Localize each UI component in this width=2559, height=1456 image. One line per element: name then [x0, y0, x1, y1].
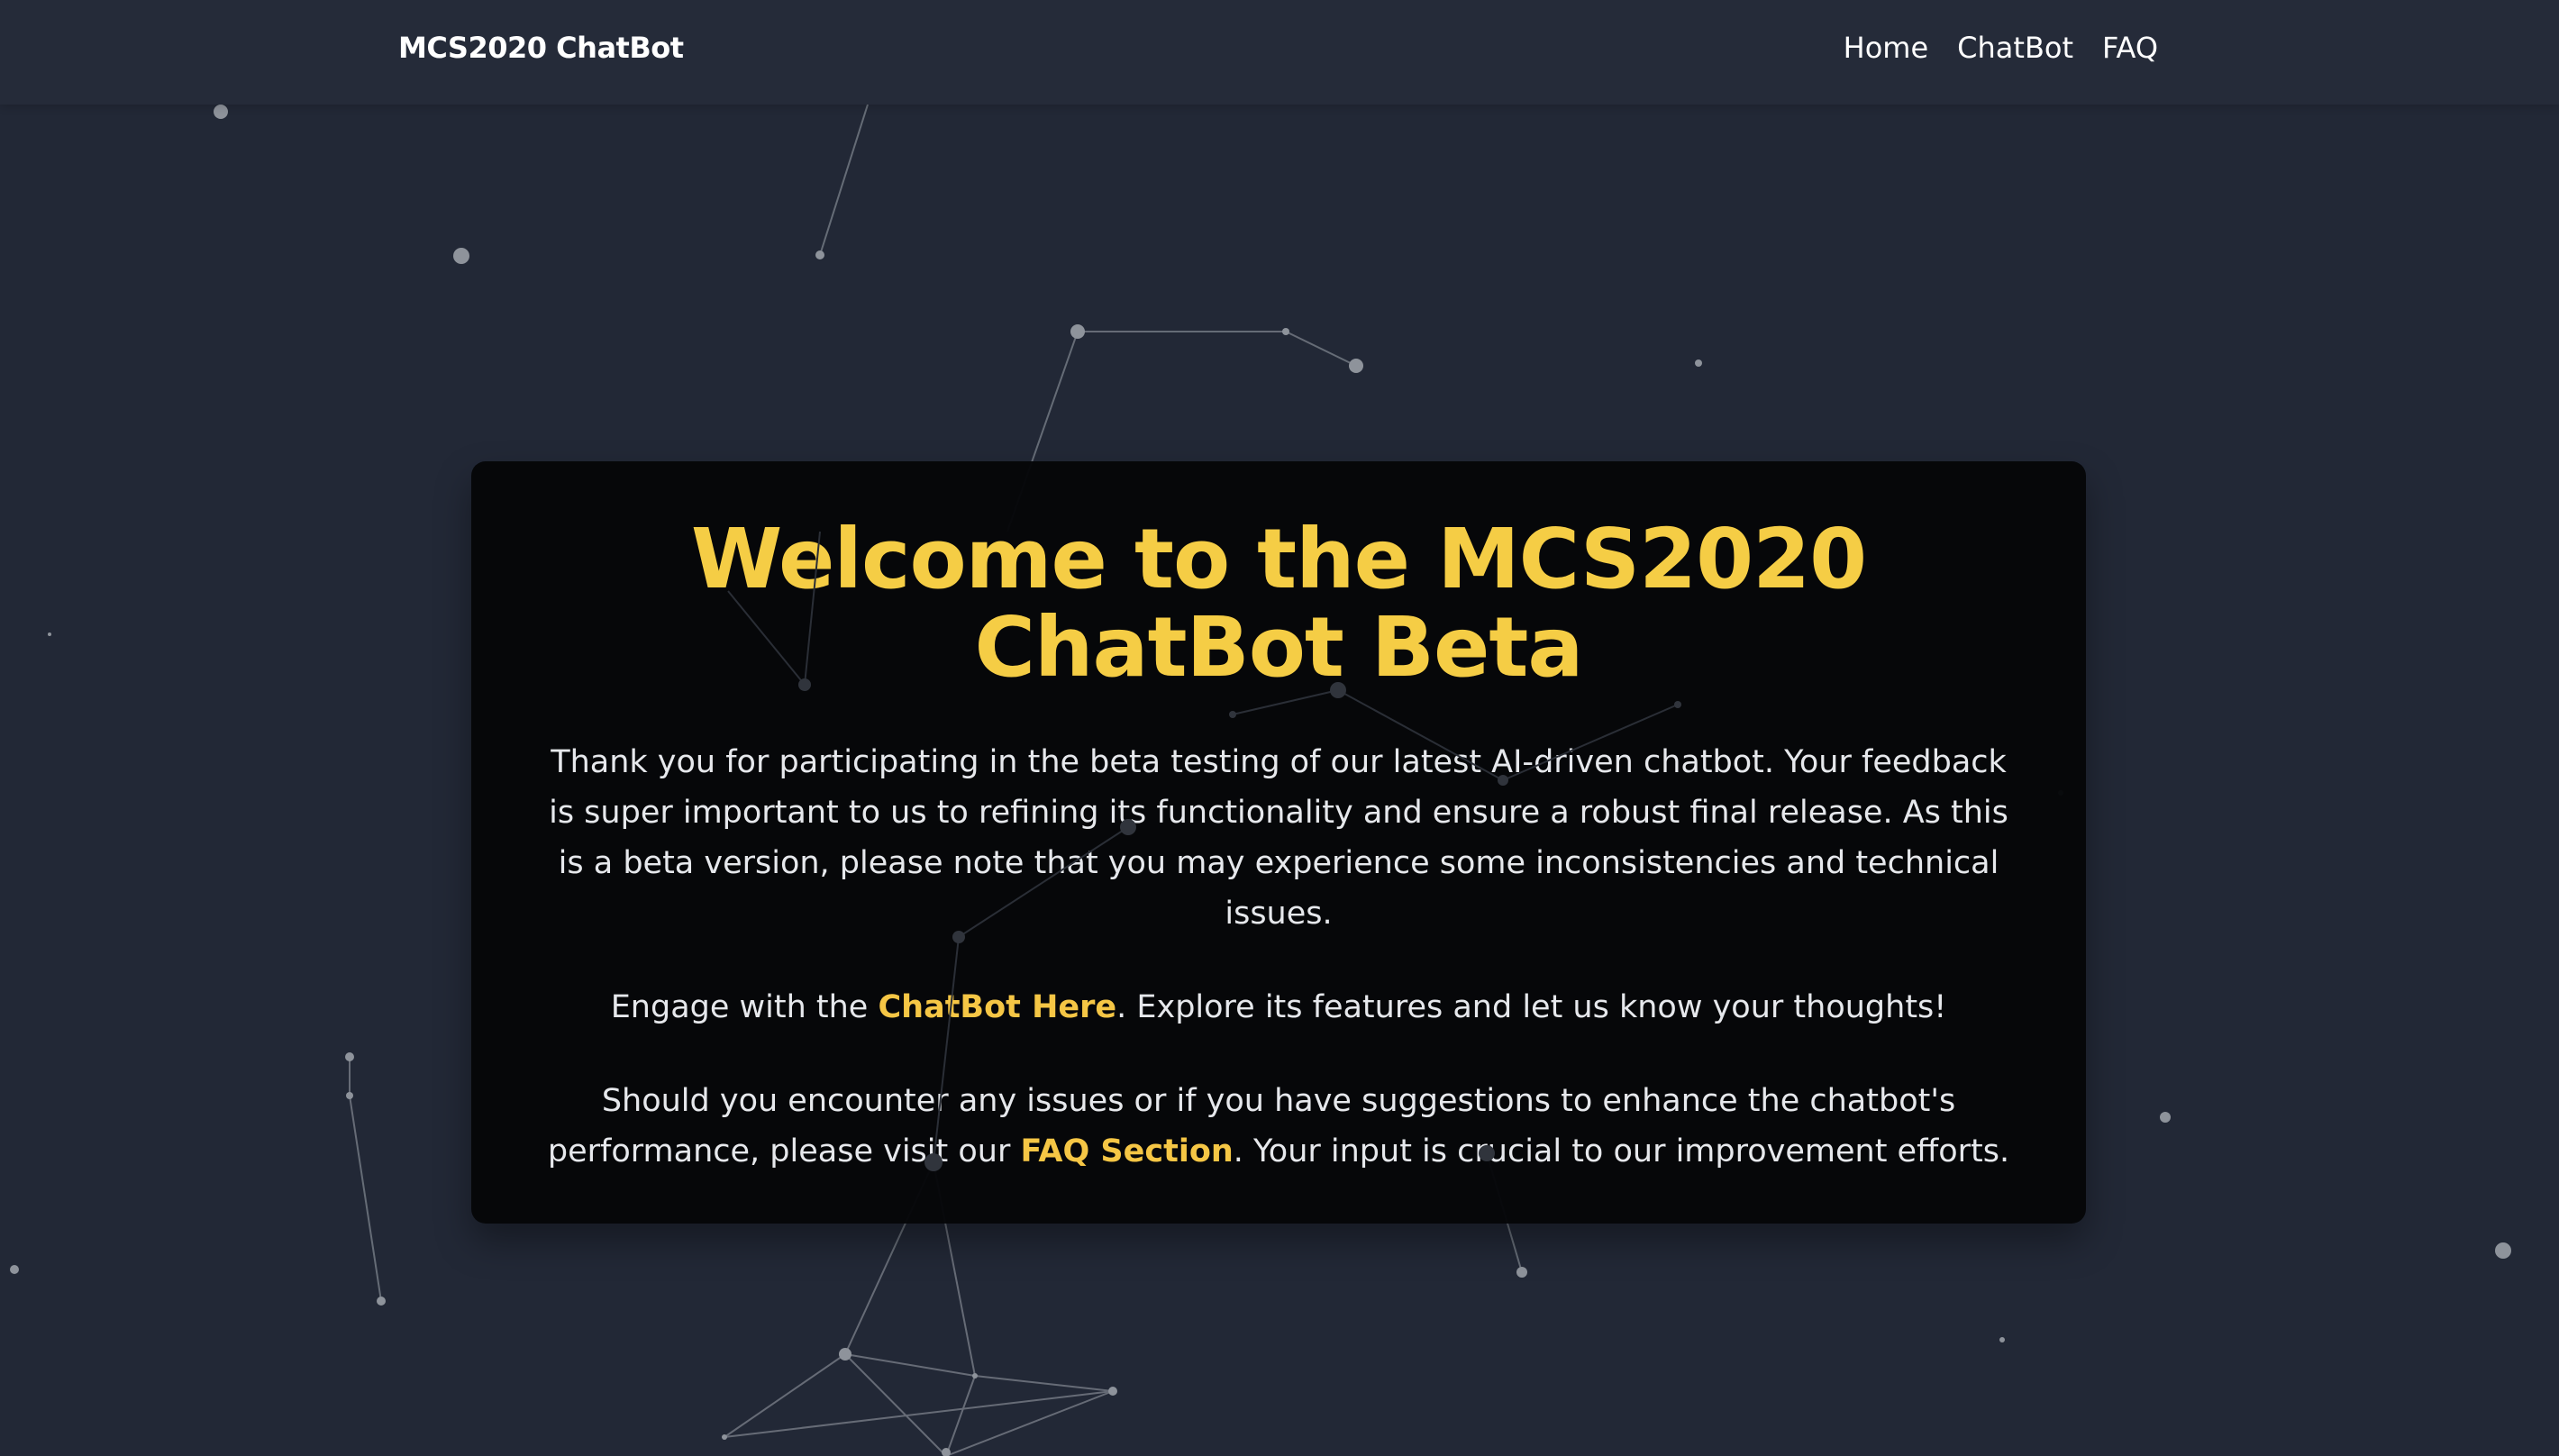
- chatbot-link[interactable]: ChatBot Here: [878, 989, 1116, 1025]
- nav-link-faq[interactable]: FAQ: [2102, 31, 2158, 65]
- page-title: Welcome to the MCS2020 ChatBot Beta: [690, 511, 1867, 696]
- nav-links: Home ChatBot FAQ: [1844, 31, 2158, 65]
- intro-paragraph: Thank you for participating in the beta …: [549, 744, 2008, 932]
- page: MCS2020 ChatBot Home ChatBot FAQ Welcome…: [0, 0, 2559, 1456]
- faq-link[interactable]: FAQ Section: [1020, 1133, 1233, 1169]
- issues-paragraph: Should you encounter any issues or if yo…: [543, 1076, 2014, 1177]
- issues-suffix: . Your input is crucial to our improveme…: [1233, 1133, 2010, 1169]
- engage-paragraph: Engage with the ChatBot Here. Explore it…: [543, 982, 2014, 1033]
- navbar: MCS2020 ChatBot Home ChatBot FAQ: [0, 0, 2559, 105]
- engage-suffix: . Explore its features and let us know y…: [1116, 989, 1947, 1025]
- engage-prefix: Engage with the: [610, 989, 879, 1025]
- welcome-card: Welcome to the MCS2020 ChatBot Beta Than…: [471, 461, 2086, 1224]
- nav-link-chatbot[interactable]: ChatBot: [1957, 31, 2073, 65]
- nav-link-home[interactable]: Home: [1844, 31, 1929, 65]
- brand-logo[interactable]: MCS2020 ChatBot: [398, 31, 684, 65]
